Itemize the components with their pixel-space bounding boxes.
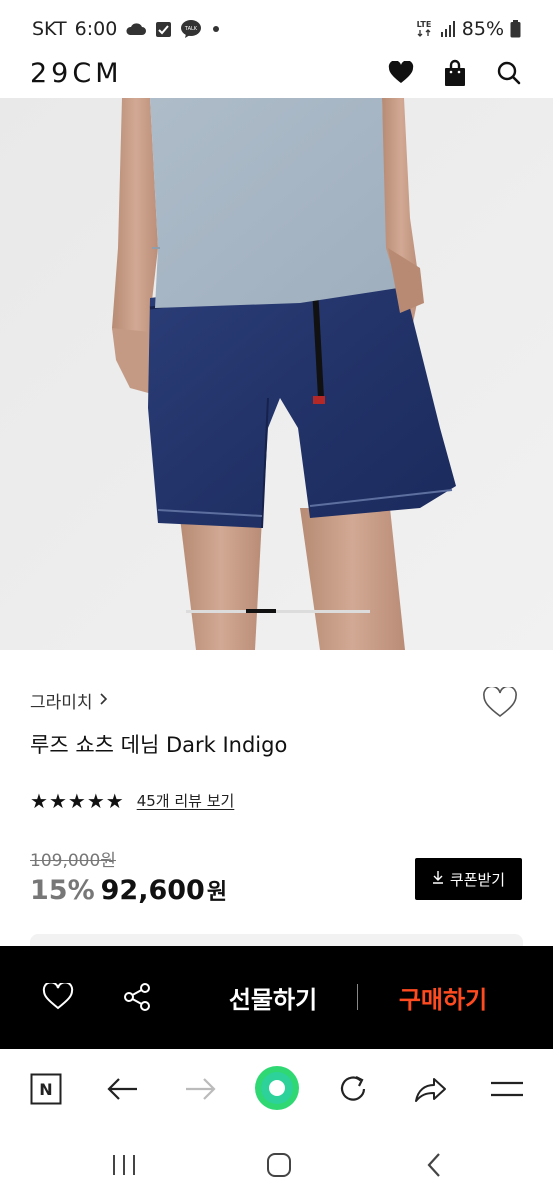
check-box-icon <box>155 21 172 38</box>
rating-stars: ★ ★ ★ ★ ★ <box>30 791 124 811</box>
carousel-progress-indicator <box>246 609 276 613</box>
product-image[interactable] <box>0 98 553 650</box>
battery-icon <box>510 20 521 38</box>
purchase-bar: 선물하기 구매하기 <box>0 946 553 1049</box>
logo[interactable]: 29CM <box>30 58 123 89</box>
forward-arrow-icon[interactable] <box>178 1067 222 1111</box>
chevron-right-icon <box>99 691 109 711</box>
system-navigation-bar <box>0 1129 553 1200</box>
home-icon[interactable] <box>257 1145 301 1185</box>
naver-n-icon[interactable]: N <box>24 1067 68 1111</box>
star-icon: ★ <box>105 788 124 813</box>
like-heart-icon[interactable] <box>40 979 76 1015</box>
price-row: 15% 92,600 원 <box>30 874 227 906</box>
wishlist-heart-icon[interactable] <box>481 684 519 722</box>
dot-icon <box>210 23 222 35</box>
cloud-icon <box>125 22 147 36</box>
carousel-progress-track <box>186 610 370 613</box>
brand-name: 그라미치 <box>30 693 93 713</box>
gift-button[interactable]: 선물하기 <box>210 976 336 1018</box>
product-photo-denim-shorts <box>0 98 553 650</box>
time-label: 6:00 <box>74 18 118 40</box>
svg-text:N: N <box>39 1080 52 1099</box>
star-icon: ★ <box>67 788 86 813</box>
back-arrow-icon[interactable] <box>101 1067 145 1111</box>
home-circle-icon[interactable] <box>254 1065 300 1111</box>
share-arrow-icon[interactable] <box>408 1067 452 1111</box>
app-header: 29CM <box>0 50 553 96</box>
sale-price: 92,600 <box>100 875 205 906</box>
carrier-label: SKT <box>32 18 67 40</box>
search-icon[interactable] <box>495 59 523 87</box>
refresh-icon[interactable] <box>331 1067 375 1111</box>
purchase-bar-divider <box>357 984 358 1010</box>
recent-apps-icon[interactable] <box>102 1145 146 1185</box>
brand-link[interactable]: 그라미치 <box>30 688 109 713</box>
original-price: 109,000원 <box>30 851 116 871</box>
star-icon: ★ <box>30 788 48 813</box>
lte-icon: LTE <box>414 19 434 39</box>
shopping-bag-icon[interactable] <box>441 59 469 87</box>
discount-rate: 15% <box>30 875 95 906</box>
back-icon[interactable] <box>412 1145 456 1185</box>
battery-percent: 85% <box>461 18 504 40</box>
product-title: 루즈 쇼츠 데님 Dark Indigo <box>30 733 288 757</box>
share-icon[interactable] <box>119 979 155 1015</box>
coupon-button-label: 쿠폰받기 <box>449 870 506 889</box>
signal-icon <box>440 20 456 38</box>
talk-icon: TALK <box>180 19 202 39</box>
heart-icon[interactable] <box>387 59 415 87</box>
coupon-button[interactable]: 쿠폰받기 <box>415 858 522 900</box>
browser-toolbar: N <box>0 1049 553 1129</box>
download-icon <box>432 870 444 888</box>
buy-button[interactable]: 구매하기 <box>380 976 506 1018</box>
currency-label: 원 <box>206 880 228 905</box>
review-link[interactable]: 45개 리뷰 보기 <box>137 790 235 811</box>
svg-text:LTE: LTE <box>416 20 431 29</box>
svg-text:TALK: TALK <box>184 26 198 32</box>
menu-icon[interactable] <box>485 1067 529 1111</box>
rating-row: ★ ★ ★ ★ ★ 45개 리뷰 보기 <box>30 790 234 811</box>
star-icon: ★ <box>48 788 67 813</box>
star-icon: ★ <box>86 788 105 813</box>
